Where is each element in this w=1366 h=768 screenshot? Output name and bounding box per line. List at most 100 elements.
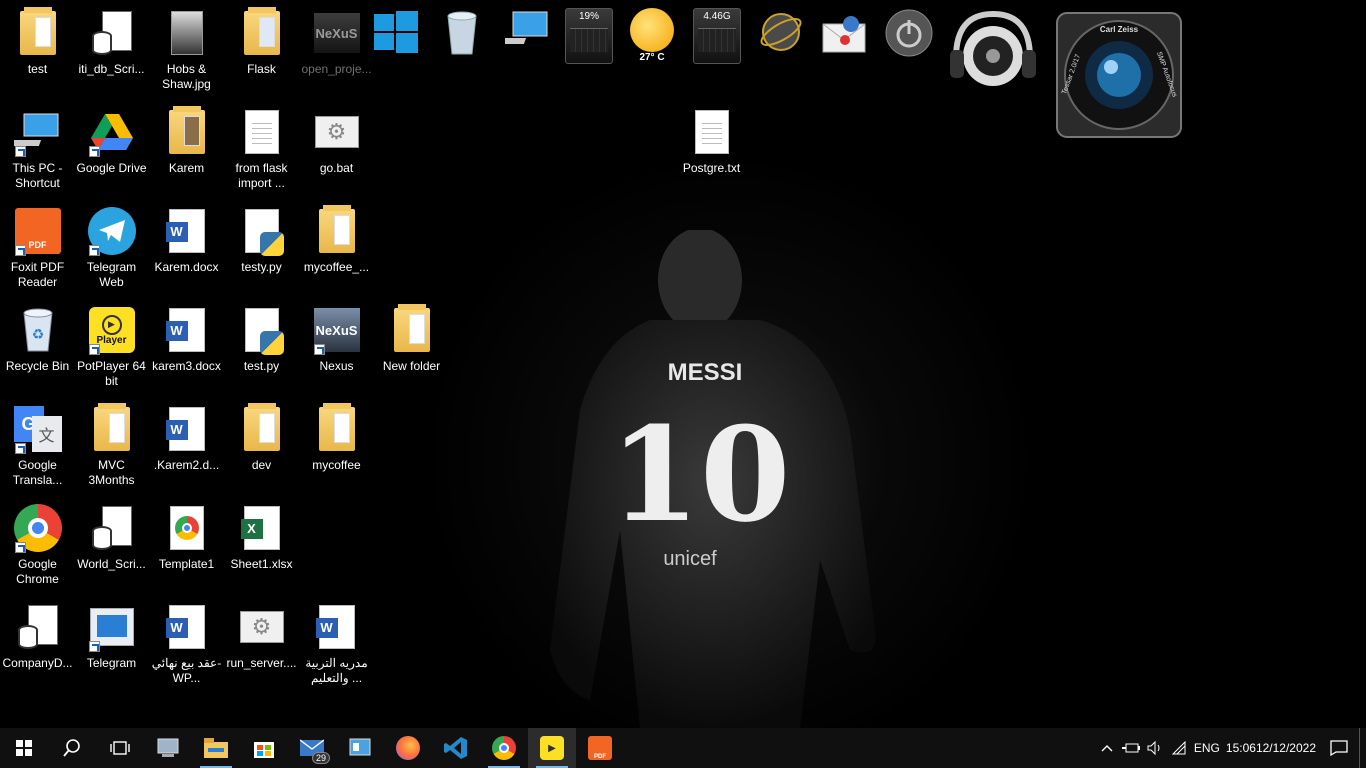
weather-gadget: 27° C [630,8,674,63]
taskbar-app-device-manager[interactable] [144,728,192,768]
power-dock-icon[interactable] [884,8,934,63]
taskbar-app-chrome[interactable] [480,728,528,768]
clock-time: 15:06 [1225,741,1256,755]
shortcut-arrow-icon [313,344,325,355]
icon-label: mycoffee_... [303,260,370,274]
python-file-icon [237,305,287,355]
icon-label: New folder [382,359,441,373]
shortcut-arrow-icon [88,245,100,256]
desktop-icon-flask[interactable]: Flask [224,7,299,77]
wifi-icon [1171,741,1186,755]
desktop-icon-karem[interactable]: Karem [149,106,224,176]
desktop-icon-test[interactable]: test [0,7,75,77]
taskbar-app-foxit[interactable]: PDF [576,728,624,768]
speaker-headphones-dock-icon[interactable] [946,8,1040,105]
desktop-icon-google-translate[interactable]: G 文 Google Transla... [0,404,75,488]
network-button[interactable] [1167,728,1191,768]
telegram-icon [87,206,137,256]
batch-file-icon: ⚙ [237,602,287,652]
svg-text:♻: ♻ [31,326,44,342]
task-view-button[interactable] [96,728,144,768]
desktop-icon-postgre[interactable]: Postgre.txt [674,107,749,176]
desktop-icon-education-directorate[interactable]: W مدريه التربية والتعليم ... [299,602,374,686]
desktop-icon-recycle-bin[interactable]: ♻ Recycle Bin [0,305,75,374]
icon-label: مدريه التربية والتعليم ... [305,656,368,685]
shortcut-arrow-icon [88,344,100,355]
mail-dock-icon[interactable] [821,14,867,59]
icon-label: Template1 [158,557,215,571]
desktop-icon-test-py[interactable]: test.py [224,305,299,374]
desktop-icon-new-folder[interactable]: New folder [374,304,449,374]
desktop-icon-sale-contract[interactable]: W عقد بيع نهائي-WP... [149,602,224,686]
camera-lens-dock-icon[interactable]: Carl Zeiss Tessar 2.0/17 SMP Autofocus [1055,11,1183,144]
chrome-icon [13,503,63,553]
google-translate-icon: G 文 [13,404,63,454]
show-desktop-button[interactable] [1359,728,1366,768]
desktop-icon-mvc-3months[interactable]: MVC 3Months [74,403,149,488]
desktop-icon-testy-py[interactable]: testy.py [224,206,299,275]
icon-label: Recycle Bin [5,359,70,373]
clock-date: 12/12/2022 [1255,741,1316,755]
potplayer-logo-text: Player [96,334,127,346]
shortcut-arrow-icon [88,146,100,157]
desktop-icon-open-project[interactable]: NeXuS open_proje... [299,8,374,77]
icon-label: Telegram Web [86,260,137,289]
volume-button[interactable] [1143,728,1167,768]
taskbar-app-file-explorer[interactable] [192,728,240,768]
desktop-icon-template1[interactable]: Template1 [149,503,224,572]
globe-dock-icon[interactable] [757,8,805,61]
desktop-icon-sheet1-xlsx[interactable]: X Sheet1.xlsx [224,503,299,572]
control-panel-icon [349,738,371,756]
icon-label: Karem [168,161,205,175]
desktop-icon-this-pc[interactable]: This PC - Shortcut [0,107,75,191]
desktop-icon-iti-db-script[interactable]: iti_db_Scri... [74,8,149,77]
desktop-icon-go-bat[interactable]: ⚙ go.bat [299,107,374,176]
desktop-icon-hobs-shaw[interactable]: Hobs & Shaw.jpg [149,8,224,92]
desktop-icon-karem-docx[interactable]: W Karem.docx [149,206,224,275]
clock-button[interactable]: 15:06 12/12/2022 [1223,728,1319,768]
shortcut-arrow-icon [88,641,100,652]
desktop-icon-world-script[interactable]: World_Scri... [74,503,149,572]
desktop-icon-karem3-docx[interactable]: W karem3.docx [149,305,224,374]
search-button[interactable] [48,728,96,768]
recycle-bin-dock-icon[interactable] [444,8,480,61]
text-document-icon [687,107,737,157]
desktop-icon-google-drive[interactable]: Google Drive [74,107,149,176]
taskbar-app-mail[interactable]: 29 [288,728,336,768]
desktop-icon-potplayer[interactable]: ▶ Player PotPlayer 64 bit [74,305,149,389]
action-center-button[interactable] [1319,728,1359,768]
folder-icon [312,205,362,256]
power-battery-button[interactable] [1119,728,1143,768]
desktop-icon-google-chrome[interactable]: Google Chrome [0,503,75,587]
foxit-taskbar-icon: PDF [588,736,612,760]
taskbar-app-vscode[interactable] [432,728,480,768]
windows-logo-icon[interactable] [372,8,420,61]
speaker-icon [1147,741,1160,755]
chevron-up-icon [1101,745,1113,752]
desktop-icon-mycoffee[interactable]: mycoffee [299,403,374,473]
desktop-icon-run-server[interactable]: ⚙ run_server.... [224,602,299,671]
desktop-icon-nexus[interactable]: NeXuS Nexus [299,305,374,374]
icon-label: iti_db_Scri... [78,62,145,76]
foxit-pdf-icon: PDF [13,206,63,256]
shortcut-arrow-icon [14,146,26,157]
taskbar-app-microsoft-store[interactable] [240,728,288,768]
desktop-icon-karem2-docx[interactable]: W .Karem2.d... [149,404,224,473]
python-file-icon [237,206,287,256]
taskbar-app-potplayer[interactable]: ▶ [528,728,576,768]
desktop-icon-from-flask[interactable]: from flask import ... [224,107,299,191]
show-hidden-icons-button[interactable] [1095,728,1119,768]
folder-icon [237,7,287,58]
input-language-button[interactable]: ENG [1191,728,1223,768]
desktop-icon-mycoffee-underscore[interactable]: mycoffee_... [299,205,374,275]
computer-dock-icon[interactable] [493,8,551,57]
desktop-icon-dev[interactable]: dev [224,403,299,473]
word-document-icon: W [162,305,212,355]
desktop-icon-telegram[interactable]: Telegram [74,602,149,671]
desktop-icon-telegram-web[interactable]: Telegram Web [74,206,149,290]
taskbar-app-control-panel[interactable] [336,728,384,768]
taskbar-app-firefox[interactable] [384,728,432,768]
desktop-icon-foxit[interactable]: PDF Foxit PDF Reader [0,206,75,290]
start-button[interactable] [0,728,48,768]
desktop-icon-company-db[interactable]: CompanyD... [0,602,75,671]
